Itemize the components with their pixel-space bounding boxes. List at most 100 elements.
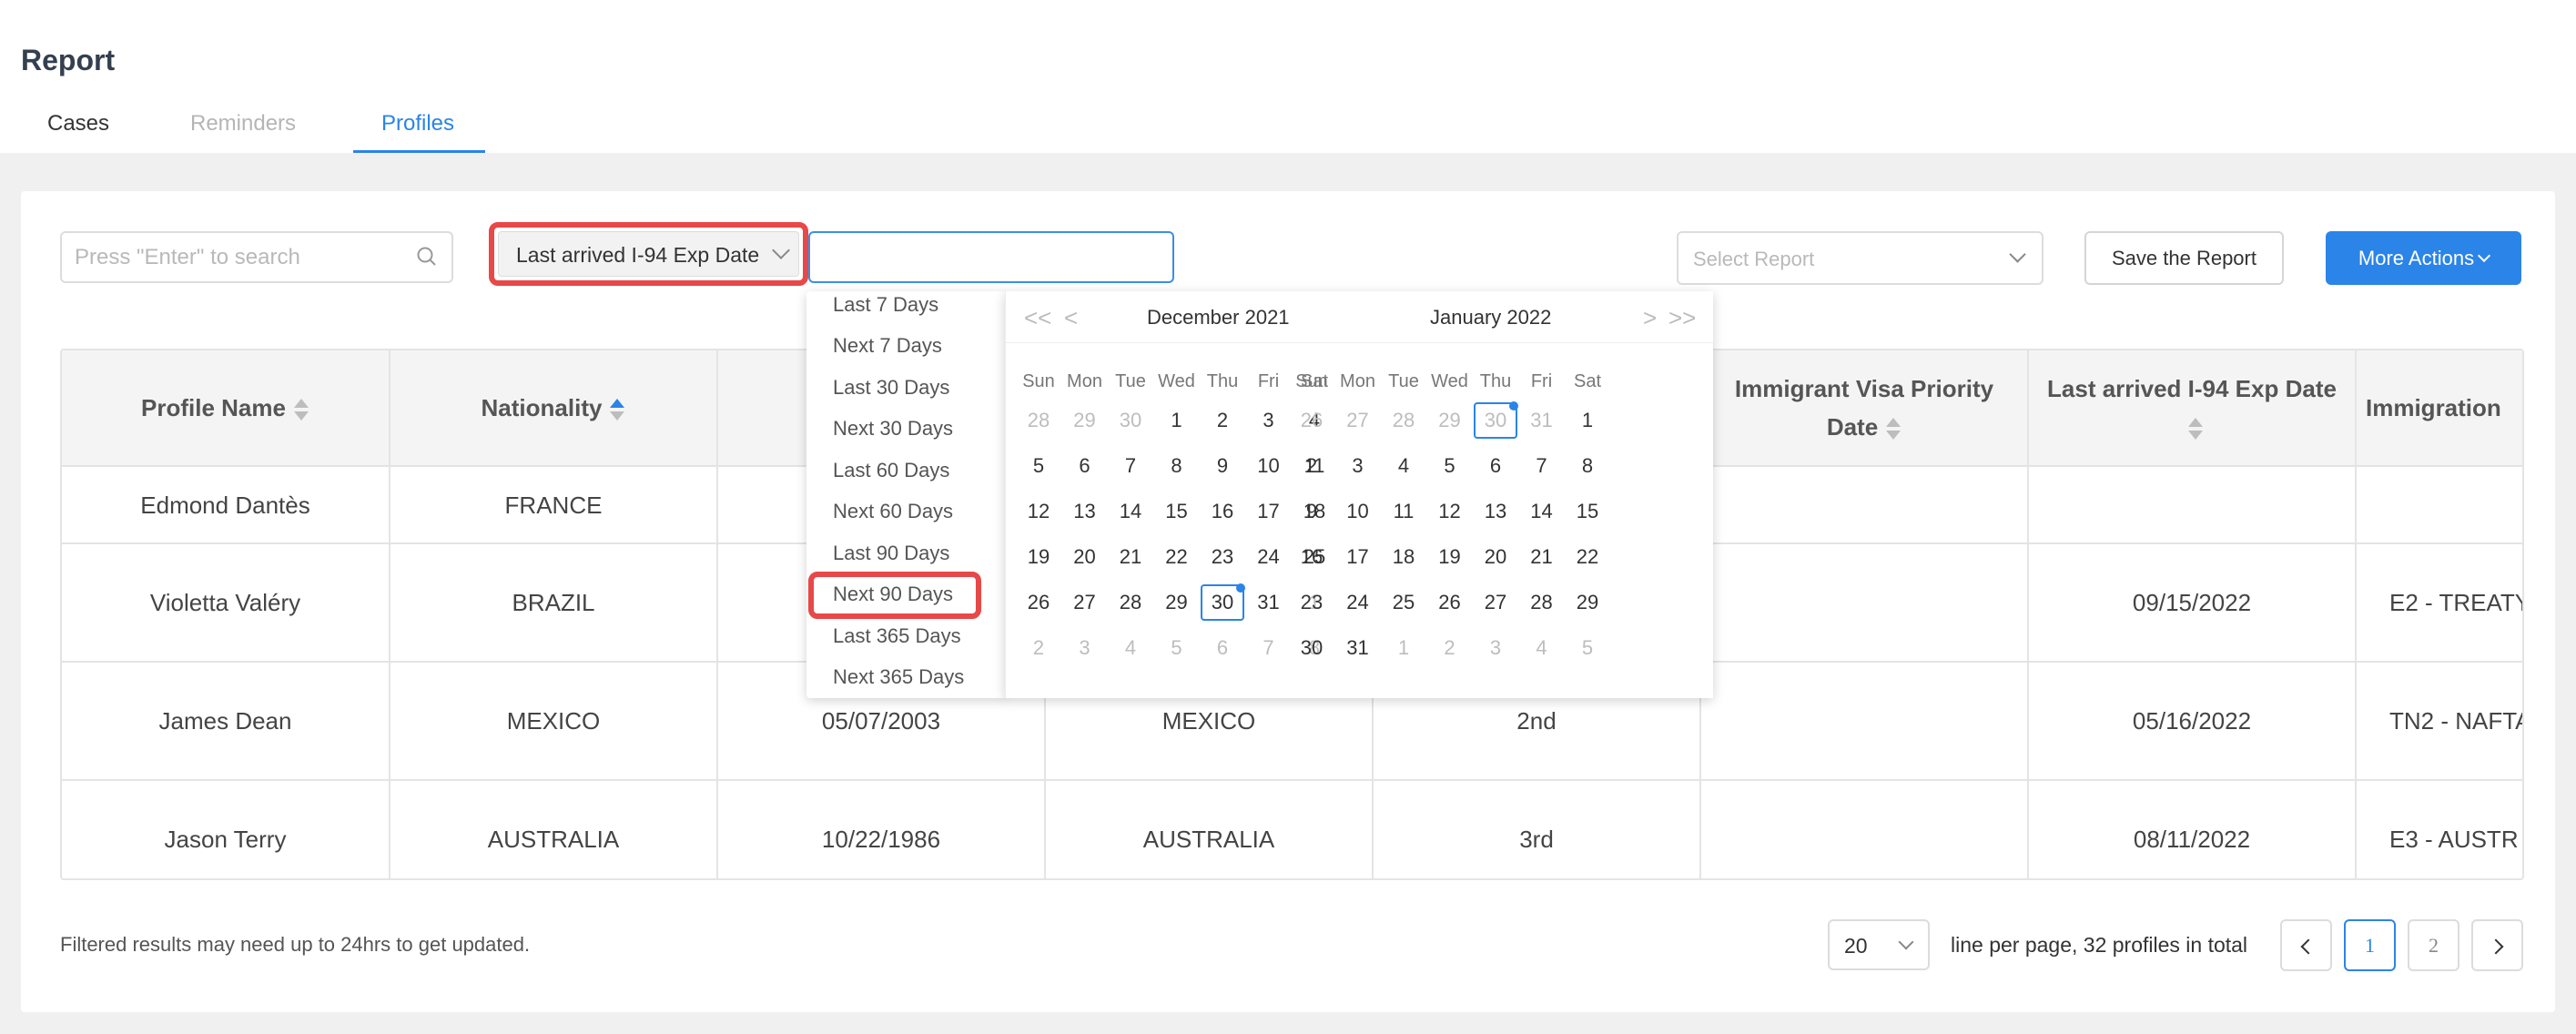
calendar-day[interactable]: 5 [1017,448,1060,484]
calendar-day[interactable]: 21 [1109,539,1152,575]
col-header-nationality[interactable]: Nationality [390,350,718,467]
sort-icon[interactable] [293,397,309,422]
range-option[interactable]: Last 365 Days [833,624,961,648]
calendar-day[interactable]: 29 [1566,584,1609,621]
calendar-day[interactable]: 4 [1520,630,1564,666]
calendar-day[interactable]: 24 [1247,539,1291,575]
calendar-day[interactable]: 1 [1566,402,1609,439]
calendar-day[interactable]: 27 [1474,584,1517,621]
calendar-day[interactable]: 5 [1566,630,1609,666]
calendar-day[interactable]: 29 [1155,584,1199,621]
calendar-day[interactable]: 13 [1063,493,1107,530]
calendar-day[interactable]: 12 [1428,493,1472,530]
range-option[interactable]: Next 60 Days [833,500,953,523]
col-header-immigration[interactable]: Immigration [2356,350,2522,467]
prev-year-icon[interactable]: << [1024,304,1051,332]
calendar-day[interactable]: 26 [1428,584,1472,621]
calendar-day[interactable]: 26 [1290,402,1334,439]
calendar-day[interactable]: 23 [1201,539,1244,575]
calendar-day[interactable]: 7 [1247,630,1291,666]
calendar-day[interactable]: 28 [1109,584,1152,621]
range-option[interactable]: Next 30 Days [833,417,953,441]
calendar-day[interactable]: 29 [1063,402,1107,439]
sort-icon[interactable] [1885,416,1902,441]
date-field-select[interactable]: Last arrived I-94 Exp Date [498,231,799,277]
calendar-day[interactable]: 20 [1474,539,1517,575]
calendar-day[interactable]: 16 [1201,493,1244,530]
calendar-day[interactable]: 26 [1017,584,1060,621]
calendar-day[interactable]: 22 [1566,539,1609,575]
cell-profile-name[interactable]: Jason Terry [62,780,390,878]
calendar-day[interactable]: 8 [1566,448,1609,484]
calendar-day[interactable]: 19 [1428,539,1472,575]
page-2-button[interactable]: 2 [2408,919,2459,971]
page-1-button[interactable]: 1 [2344,919,2396,971]
calendar-day[interactable]: 8 [1155,448,1199,484]
calendar-day[interactable]: 27 [1336,402,1380,439]
calendar-day[interactable]: 21 [1520,539,1564,575]
calendar-day[interactable]: 28 [1017,402,1060,439]
calendar-day[interactable]: 12 [1017,493,1060,530]
calendar-day[interactable]: 15 [1155,493,1199,530]
calendar-day[interactable]: 1 [1382,630,1425,666]
col-header-visa-priority-date[interactable]: Immigrant Visa Priority Date [1700,350,2029,467]
cell-profile-name[interactable]: Violetta Valéry [62,543,390,663]
calendar-day[interactable]: 5 [1428,448,1472,484]
tab-reminders[interactable]: Reminders [190,107,296,140]
next-month-icon[interactable]: > [1643,304,1657,332]
sort-ascending-icon[interactable] [609,397,625,422]
calendar-day[interactable]: 3 [1336,448,1380,484]
next-page-button[interactable] [2471,919,2523,971]
calendar-day[interactable]: 7 [1520,448,1564,484]
calendar-day[interactable]: 10 [1247,448,1291,484]
calendar-day[interactable]: 11 [1382,493,1425,530]
calendar-day[interactable]: 23 [1290,584,1334,621]
calendar-day[interactable]: 17 [1336,539,1380,575]
calendar-day[interactable]: 9 [1201,448,1244,484]
calendar-day[interactable]: 17 [1247,493,1291,530]
calendar-day[interactable]: 30 [1290,630,1334,666]
more-actions-button[interactable]: More Actions [2326,231,2521,285]
cell-profile-name[interactable]: Edmond Dantès [62,466,390,544]
calendar-day[interactable]: 30 [1201,583,1245,621]
calendar-day[interactable]: 27 [1063,584,1107,621]
calendar-day[interactable]: 4 [1382,448,1425,484]
calendar-day[interactable]: 6 [1063,448,1107,484]
calendar-day[interactable]: 15 [1566,493,1609,530]
calendar-day[interactable]: 30 [1109,402,1152,439]
calendar-day[interactable]: 2 [1290,448,1334,484]
range-option[interactable]: Next 365 Days [833,665,964,689]
calendar-day[interactable]: 3 [1474,630,1517,666]
calendar-day[interactable]: 5 [1155,630,1199,666]
calendar-day[interactable]: 3 [1063,630,1107,666]
select-report-dropdown[interactable]: Select Report [1677,231,2044,285]
range-option[interactable]: Next 7 Days [833,334,942,358]
col-header-profile-name[interactable]: Profile Name [62,350,390,467]
calendar-day[interactable]: 9 [1290,493,1334,530]
calendar-day[interactable]: 31 [1247,584,1291,621]
calendar-day[interactable]: 18 [1382,539,1425,575]
calendar-day[interactable]: 6 [1201,630,1244,666]
calendar-day[interactable]: 20 [1063,539,1107,575]
calendar-day[interactable]: 29 [1428,402,1472,439]
calendar-day[interactable]: 30 [1474,401,1518,439]
calendar-day[interactable]: 10 [1336,493,1380,530]
prev-month-icon[interactable]: < [1064,304,1078,332]
calendar-day[interactable]: 28 [1520,584,1564,621]
prev-page-button[interactable] [2280,919,2332,971]
calendar-day[interactable]: 7 [1109,448,1152,484]
cell-profile-name[interactable]: James Dean [62,662,390,781]
calendar-day[interactable]: 6 [1474,448,1517,484]
calendar-day[interactable]: 3 [1247,402,1291,439]
calendar-day[interactable]: 2 [1428,630,1472,666]
save-report-button[interactable]: Save the Report [2084,231,2284,285]
calendar-day[interactable]: 31 [1520,402,1564,439]
calendar-day[interactable]: 4 [1109,630,1152,666]
calendar-day[interactable]: 13 [1474,493,1517,530]
calendar-day[interactable]: 25 [1382,584,1425,621]
range-option[interactable]: Last 30 Days [833,376,949,400]
range-option[interactable]: Last 60 Days [833,459,949,482]
search-icon[interactable] [415,245,439,269]
sort-icon[interactable] [2187,416,2204,441]
calendar-day[interactable]: 19 [1017,539,1060,575]
